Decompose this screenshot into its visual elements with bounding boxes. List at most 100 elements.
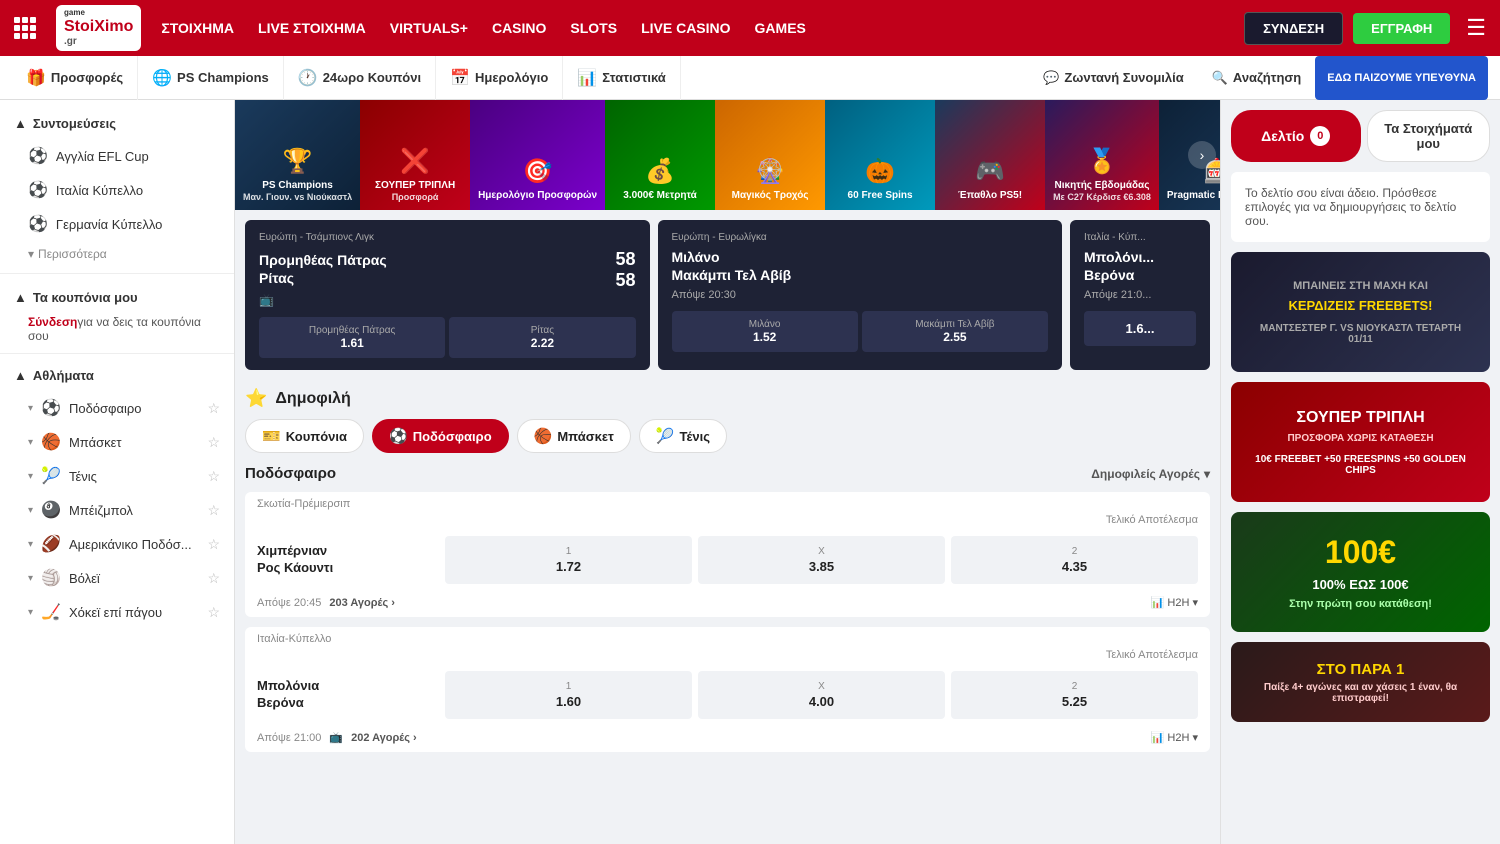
logo[interactable]: game StoiXimo .gr (56, 5, 141, 50)
sidebar-sport-mpeizmpol[interactable]: ▾🎱Μπέιζμπολ☆ (0, 493, 234, 527)
sports-header[interactable]: ▲ Αθλήματα (0, 360, 234, 391)
nav-link-stoixima[interactable]: ΣΤΟΙΧΗΜΑ (161, 20, 234, 36)
more-button[interactable]: ▾ Περισσότερα (0, 241, 234, 267)
feat-1-score1: 58 (615, 249, 635, 270)
right-banner-2[interactable]: ΣΟΥΠΕΡ ΤΡΙΠΛΗ ΠΡΟΣΦΟΡΑ ΧΩΡΙΣ ΚΑΤΑΘΕΣΗ 10… (1231, 382, 1490, 502)
promo-card-free-spins[interactable]: 🎃60 Free Spins (825, 100, 935, 210)
featured-card-1[interactable]: Ευρώπη - Τσάμπιονς Λιγκ Προμηθέας Πάτρας… (245, 220, 650, 370)
promo-card-metriti[interactable]: 💰3.000€ Μετρητά (605, 100, 715, 210)
feat-1-odd2-button[interactable]: Ρίτας 2.22 (449, 317, 635, 358)
sidebar-shortcut-label-germania-kypello: Γερμανία Κύπελλο (56, 217, 162, 232)
sidebar-shortcut-germania-kypello[interactable]: ⚽Γερμανία Κύπελλο (0, 207, 234, 241)
promo-icon-souper-triplh: ❌ (400, 147, 430, 176)
match-2-odd2-value: 5.25 (1062, 694, 1087, 709)
popular-tab-tenis[interactable]: 🎾Τένις (639, 419, 727, 453)
match-2-odd1-label: 1 (449, 681, 688, 692)
match-2-team2: Βερόνα (257, 695, 437, 710)
match-2-odd2-button[interactable]: 2 5.25 (951, 671, 1198, 719)
sidebar-shortcut-efl-cup[interactable]: ⚽Αγγλία EFL Cup (0, 139, 234, 173)
sidebar-shortcut-icon-italia-kypello: ⚽ (28, 180, 48, 200)
sec-nav-statistika[interactable]: 📊Στατιστικά (563, 56, 680, 100)
promo-card-prosfora-offer[interactable]: 🎯Ημερολόγιο Προσφορών (470, 100, 605, 210)
featured-card-2[interactable]: Ευρώπη - Ευρωλίγκα Μιλάνο Μακάμπι Τελ Αβ… (658, 220, 1063, 370)
shortcuts-title: Συντομεύσεις (33, 116, 116, 131)
nav-link-live-casino[interactable]: LIVE CASINO (641, 20, 730, 36)
feat-1-odd2-value: 2.22 (531, 336, 554, 350)
match-1-h2h-button[interactable]: 📊 H2H ▾ (1151, 596, 1198, 609)
match-1-oddx-button[interactable]: Χ 3.85 (698, 536, 945, 584)
nav-link-games[interactable]: GAMES (755, 20, 806, 36)
promo-card-epathlo-ps5[interactable]: 🎮Έπαθλο PS5! (935, 100, 1045, 210)
sports-title: Αθλήματα (33, 368, 94, 383)
promo-card-souper-triplh[interactable]: ❌ΣΟΥΠΕΡ ΤΡΙΠΛΗΠροσφορά (360, 100, 470, 210)
promo-card-nikitis[interactable]: 🏅Νικητής ΕβδομάδαςΜε C27 Κέρδισε €6.308 (1045, 100, 1159, 210)
promo-title-magikos-trochos: Μαγικός Τροχός (732, 190, 809, 202)
sidebar-sport-podosfairo[interactable]: ▾⚽Ποδόσφαιρο☆ (0, 391, 234, 425)
match-1-odd2-button[interactable]: 2 4.35 (951, 536, 1198, 584)
promo-row: 🏆PS ChampionsΜαν. Γιουν. vs Νιούκαστλ❌ΣΟ… (235, 100, 1220, 210)
sidebar-sport-label-podosfairo: Ποδόσφαιρο (69, 401, 142, 416)
match-2-h2h-button[interactable]: 📊 H2H ▾ (1151, 731, 1198, 744)
nav-link-live-stoixima[interactable]: LIVE ΣΤΟΙΧΗΜΑ (258, 20, 366, 36)
right-banner-3[interactable]: 100€ 100% ΕΩΣ 100€ Στην πρώτη σου κατάθε… (1231, 512, 1490, 632)
right-banner-1[interactable]: ΜΠΑΙΝΕΙΣ ΣΤΗ ΜΑΧΗ ΚΑΙ ΚΕΡΔΙΖΕΙΣ FREEBETS… (1231, 252, 1490, 372)
popular-tab-mpasket[interactable]: 🏀Μπάσκετ (517, 419, 631, 453)
sec-nav-right-anazitisi[interactable]: 🔍Αναζήτηση (1198, 56, 1316, 100)
sec-nav-right-zwntanh[interactable]: 💬Ζωντανή Συνομιλία (1029, 56, 1198, 100)
promo-card-magikos-trochos[interactable]: 🎡Μαγικός Τροχός (715, 100, 825, 210)
promo-nav-next[interactable]: › (1188, 141, 1216, 169)
sidebar-sport-amerikaniko[interactable]: ▾🏈Αμερικάνικο Ποδόσ...☆ (0, 527, 234, 561)
feat-1-league: Ευρώπη - Τσάμπιονς Λιγκ (259, 232, 636, 243)
sec-nav-24wro[interactable]: 🕐24ωρο Κουπόνι (284, 56, 436, 100)
nav-links: ΣΤΟΙΧΗΜΑ LIVE ΣΤΟΙΧΗΜΑ VIRTUALS+ CASINO SLOT… (161, 20, 1224, 36)
sidebar-sport-bolei[interactable]: ▾🏐Βόλεϊ☆ (0, 561, 234, 595)
sidebar-chevron-mpeizmpol: ▾ (28, 505, 33, 516)
match-1-teams: Χιμπέρνιαν Ρος Κάουντι (257, 543, 437, 577)
feat-3-odd1-value: 1.6... (1126, 321, 1155, 336)
promo-icon-prosfora-offer: 🎯 (523, 157, 553, 186)
right-banner-4[interactable]: ΣΤΟ ΠΑΡΑ 1 Παίξε 4+ αγώνες και αν χάσεις… (1231, 642, 1490, 722)
feat-1-odd1-button[interactable]: Προμηθέας Πάτρας 1.61 (259, 317, 445, 358)
hamburger-icon[interactable]: ☰ (1466, 15, 1486, 41)
sec-nav-ps-champions[interactable]: 🌐PS Champions (138, 56, 284, 100)
eggrafh-button[interactable]: ΕΓΓΡΑΦΗ (1353, 13, 1450, 44)
match-2-oddx-button[interactable]: Χ 4.00 (698, 671, 945, 719)
sindeisi-button[interactable]: ΣΥΝΔΕΣΗ (1244, 12, 1343, 45)
sidebar-shortcut-italia-kypello[interactable]: ⚽Ιταλία Κύπελλο (0, 173, 234, 207)
sidebar-sport-tenis[interactable]: ▾🎾Τένις☆ (0, 459, 234, 493)
popular-tab-podosfairo[interactable]: ⚽Ποδόσφαιρο (372, 419, 509, 453)
deltio-button[interactable]: Δελτίο 0 (1231, 110, 1361, 162)
sindeisi-link[interactable]: Σύνδεση (28, 315, 77, 329)
coupons-header[interactable]: ▲ Τα κουπόνια μου (0, 280, 234, 311)
match-2-agores-link[interactable]: 202 Αγορές › (351, 732, 417, 744)
stoiximata-button[interactable]: Τα Στοιχήματά μου (1367, 110, 1491, 162)
demofilis-agores-button[interactable]: Δημοφιλείς Αγορές ▾ (1091, 467, 1210, 481)
match-2-teams: Μπολόνια Βερόνα (257, 678, 437, 712)
sidebar-sport-label-mpeizmpol: Μπέιζμπολ (69, 503, 133, 518)
match-1-odd1-button[interactable]: 1 1.72 (445, 536, 692, 584)
feat-2-odd2-button[interactable]: Μακάμπι Τελ Αβίβ 2.55 (862, 311, 1048, 352)
grid-menu-icon[interactable] (14, 17, 36, 39)
sidebar-sport-mpasket[interactable]: ▾🏀Μπάσκετ☆ (0, 425, 234, 459)
feat-3-time: Απόψε 21:0... (1084, 289, 1196, 301)
feat-3-odd1-button[interactable]: 1.6... (1084, 311, 1196, 346)
featured-card-3[interactable]: Ιταλία - Κύπ... Μπολόνι... Βερόνα Απόψε … (1070, 220, 1210, 370)
match-2-odd1-button[interactable]: 1 1.60 (445, 671, 692, 719)
coupons-title: Τα κουπόνια μου (33, 290, 138, 305)
eao-button[interactable]: ΕΔΩ ΠΑΙΖΟΥΜΕ ΥΠΕΥΘΥΝΑ (1315, 56, 1488, 100)
sidebar-sport-xokei[interactable]: ▾🏒Χόκεϊ επί πάγου☆ (0, 595, 234, 629)
popular-tab-icon-tenis: 🎾 (656, 427, 675, 445)
sec-nav-prosfores[interactable]: 🎁Προσφορές (12, 56, 138, 100)
promo-title-ps-champions: PS Champions (262, 180, 333, 192)
shortcuts-header[interactable]: ▲ Συντομεύσεις (0, 108, 234, 139)
popular-tab-couponia[interactable]: 🎫Κουπόνια (245, 419, 364, 453)
promo-icon-free-spins: 🎃 (865, 157, 895, 186)
sec-nav-hmerologio[interactable]: 📅Ημερολόγιο (436, 56, 563, 100)
match-1-league: Σκωτία-Πρέμιερσιπ (245, 492, 1210, 514)
nav-link-casino[interactable]: CASINO (492, 20, 546, 36)
match-1-agores-link[interactable]: 203 Αγορές › (329, 597, 395, 609)
nav-link-slots[interactable]: SLOTS (570, 20, 617, 36)
feat-2-odd1-button[interactable]: Μιλάνο 1.52 (672, 311, 858, 352)
nav-link-virtuals[interactable]: VIRTUALS+ (390, 20, 468, 36)
promo-card-ps-champions[interactable]: 🏆PS ChampionsΜαν. Γιουν. vs Νιούκαστλ (235, 100, 360, 210)
